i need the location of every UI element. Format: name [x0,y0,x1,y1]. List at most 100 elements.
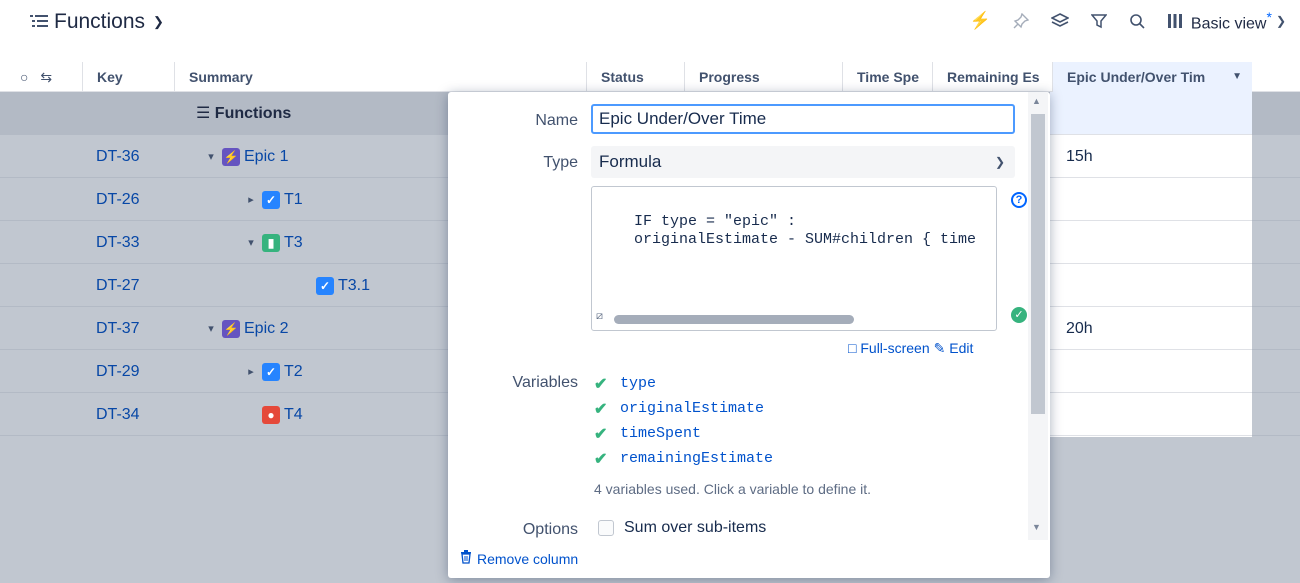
edit-link[interactable]: ✎ Edit [934,340,974,357]
column-header-progress[interactable]: Progress [684,62,842,92]
collapse-icon[interactable]: ▾ [200,322,222,335]
check-icon: ✔ [594,425,608,443]
trash-icon [460,550,472,567]
issue-key[interactable]: DT-29 [96,350,140,393]
epic-cell[interactable] [1050,264,1252,307]
variable-item[interactable]: ✔ type [594,371,773,396]
issue-key[interactable]: DT-34 [96,393,140,436]
sum-over-subitems-option[interactable]: Sum over sub-items [598,519,766,537]
epic-cell[interactable]: 15h [1050,135,1252,178]
formula-text: IF type = "epic" : originalEstimate - SU… [634,213,977,248]
issue-summary: ▾ ▮ T3 [240,221,303,264]
issue-summary: ✓ T3.1 [316,264,370,307]
summary-text[interactable]: T3 [284,234,303,252]
pin-icon[interactable] [1013,13,1029,29]
fullscreen-link[interactable]: □ Full-screen [848,340,930,357]
summary-text[interactable]: T1 [284,191,303,209]
caret-down-icon: ▼ [1232,71,1242,82]
automation-icon[interactable]: ⚡ [970,11,991,31]
structure-title-text: Functions [54,10,146,33]
remove-column-link[interactable]: Remove column [460,550,578,567]
column-header-remaining-estimate[interactable]: Remaining Es [932,62,1052,92]
variables-label: Variables [512,374,578,391]
issue-summary: ▾ ⚡ Epic 1 [200,135,288,178]
variables-note: 4 variables used. Click a variable to de… [594,481,872,497]
issue-key[interactable]: DT-26 [96,178,140,221]
issue-summary: ▸ ✓ T1 [240,178,303,221]
type-select-value: Formula [599,152,662,171]
formula-horizontal-scrollbar[interactable] [614,315,854,324]
collapse-icon[interactable]: ▾ [240,236,262,249]
columns-icon [1167,14,1182,29]
task-icon: ✓ [262,190,280,209]
issue-key[interactable]: DT-36 [96,135,140,178]
view-label: Basic view* [1190,9,1272,33]
toolbar: ⚡ Basic view* ❯ [970,9,1286,33]
epic-cell-root [1050,92,1252,135]
type-label: Type [543,154,578,171]
expand-icon[interactable]: ▸ [240,193,262,206]
summary-text[interactable]: T4 [284,406,303,424]
panel-scrollbar-thumb[interactable] [1031,114,1045,414]
view-selector[interactable]: Basic view* ❯ [1167,9,1286,33]
circle-icon[interactable]: ○ [20,69,28,85]
filter-icon[interactable] [1090,13,1107,29]
epic-cell[interactable]: 20h [1050,307,1252,350]
sum-over-subitems-checkbox[interactable] [598,520,614,536]
structure-title[interactable]: Functions ❯ [30,10,164,34]
layers-icon[interactable] [1050,13,1069,29]
formula-editor[interactable]: IF type = "epic" : originalEstimate - SU… [591,186,997,331]
panel-scrollbar[interactable]: ▲ ▼ [1028,92,1048,540]
epic-cell[interactable] [1050,393,1252,436]
issue-summary: ▾ ⚡ Epic 2 [200,307,288,350]
epic-icon: ⚡ [222,319,240,338]
chevron-down-icon: ❯ [153,14,164,29]
root-summary: ☰ Functions [196,105,292,122]
check-icon: ✔ [594,375,608,393]
variable-item[interactable]: ✔ timeSpent [594,421,773,446]
search-icon[interactable] [1129,13,1145,29]
issue-key[interactable]: DT-33 [96,221,140,264]
task-icon: ✓ [262,362,280,381]
epic-icon: ⚡ [222,147,240,166]
summary-text[interactable]: Epic 1 [244,148,288,166]
issue-key[interactable]: DT-27 [96,264,140,307]
scroll-up-icon[interactable]: ▲ [1032,96,1041,106]
epic-cell[interactable] [1050,350,1252,393]
check-icon: ✔ [594,400,608,418]
epic-cell[interactable] [1050,178,1252,221]
variable-item[interactable]: ✔ originalEstimate [594,396,773,421]
issue-summary: ● T4 [262,393,303,436]
top-bar: Functions ❯ ⚡ Basic view* ❯ [0,0,1300,52]
column-header-summary[interactable]: Summary [174,62,586,92]
help-icon[interactable]: ? [1011,192,1027,208]
column-header-epic-under-over-time[interactable]: Epic Under/Over Tim ▼ [1052,62,1252,92]
structure-icon: ☰ [196,105,211,122]
expand-arrows-icon[interactable]: ⇆ [40,69,52,85]
column-header-key[interactable]: Key [82,62,174,92]
resize-handle-icon[interactable]: ⧄ [596,308,603,326]
issue-key[interactable]: DT-37 [96,307,140,350]
column-config-panel: Name Epic Under/Over Time Type Formula ❯… [448,92,1050,578]
variable-item[interactable]: ✔ remainingEstimate [594,446,773,471]
name-label: Name [535,112,578,129]
summary-text[interactable]: Epic 2 [244,320,288,338]
collapse-icon[interactable]: ▾ [200,150,222,163]
table-header: ○ ⇆ Key Summary Status Progress Time Spe… [0,62,1300,92]
formula-links: □ Full-screen ✎ Edit [848,340,973,357]
valid-check-icon: ✓ [1011,307,1027,323]
column-name-input[interactable]: Epic Under/Over Time [591,104,1015,134]
bug-icon: ● [262,405,280,424]
summary-text[interactable]: T2 [284,363,303,381]
column-header-status[interactable]: Status [586,62,684,92]
summary-text[interactable]: T3.1 [338,277,370,295]
epic-cell[interactable] [1050,221,1252,264]
variables-list: ✔ type ✔ originalEstimate ✔ timeSpent ✔ rema… [594,371,773,471]
chevron-down-icon: ❯ [994,155,1005,169]
expand-icon[interactable]: ▸ [240,365,262,378]
column-header-time-spent[interactable]: Time Spe [842,62,932,92]
options-label: Options [522,521,578,538]
column-type-select[interactable]: Formula ❯ [591,146,1015,178]
issue-summary: ▸ ✓ T2 [240,350,303,393]
scroll-down-icon[interactable]: ▼ [1032,522,1041,532]
